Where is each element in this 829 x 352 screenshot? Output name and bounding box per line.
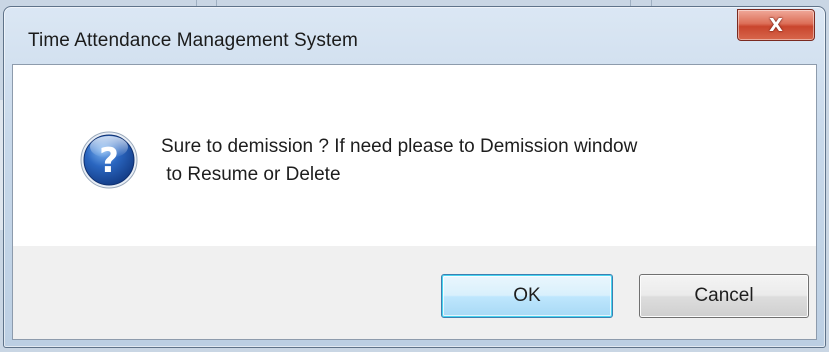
close-button[interactable]: X <box>737 9 815 41</box>
cancel-button[interactable]: Cancel <box>639 274 809 318</box>
message-dialog: Time Attendance Management System X ? Su… <box>3 6 826 348</box>
message-line-2: to Resume or Delete <box>161 164 341 185</box>
dialog-message: Sure to demission ? If need please to De… <box>161 133 801 189</box>
title-bar[interactable]: Time Attendance Management System X <box>4 7 825 65</box>
message-area: ? Sure to demission ? If need please to … <box>13 65 816 246</box>
question-icon: ? <box>80 131 138 189</box>
close-icon: X <box>769 14 783 36</box>
dialog-body: ? Sure to demission ? If need please to … <box>12 64 817 340</box>
screen: Time Attendance Management System X ? Su… <box>0 0 829 352</box>
message-line-1: Sure to demission ? If need please to De… <box>161 136 638 157</box>
ok-button[interactable]: OK <box>441 274 613 318</box>
dialog-title: Time Attendance Management System <box>28 30 358 51</box>
svg-text:?: ? <box>99 141 119 181</box>
